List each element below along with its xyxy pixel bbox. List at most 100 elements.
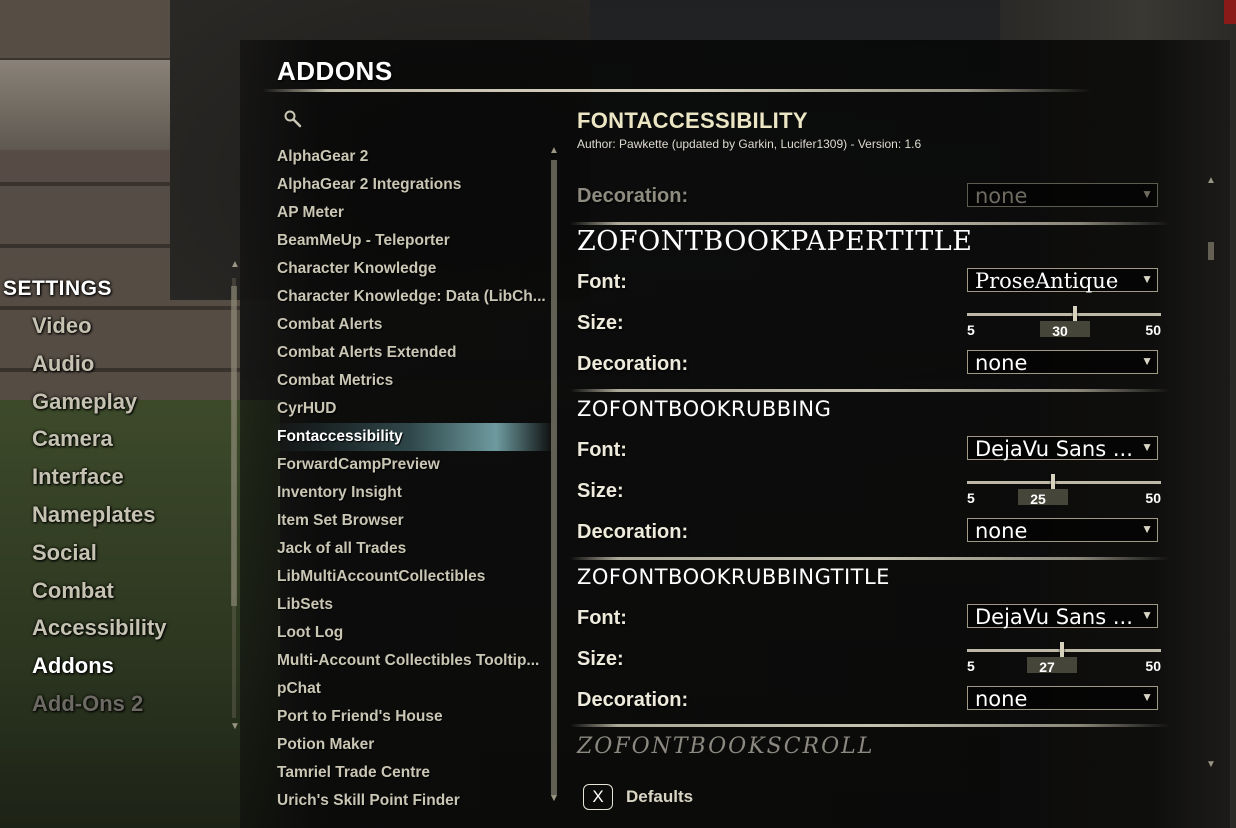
slider-max-label: 50 bbox=[1145, 658, 1161, 674]
size-slider[interactable]: 5 30 50 bbox=[967, 306, 1161, 346]
decoration-label: Decoration: bbox=[577, 521, 689, 543]
decoration-label: Decoration: bbox=[577, 185, 689, 207]
addon-list-item[interactable]: Loot Log bbox=[268, 619, 553, 647]
size-label: Size: bbox=[577, 480, 624, 502]
settings-item-video[interactable]: Video bbox=[32, 310, 167, 348]
chevron-down-icon: ▼ bbox=[1141, 354, 1153, 368]
addon-list-item[interactable]: Combat Alerts Extended bbox=[268, 339, 553, 367]
addon-list-item[interactable]: AlphaGear 2 Integrations bbox=[268, 171, 553, 199]
dropdown-value: none bbox=[975, 351, 1028, 375]
addon-list-item[interactable]: Character Knowledge: Data (LibCh... bbox=[268, 283, 553, 311]
addon-list-item[interactable]: LibMultiAccountCollectibles bbox=[268, 563, 553, 591]
addon-list-item[interactable]: LibSets bbox=[268, 591, 553, 619]
addon-list-item[interactable]: AlphaGear 2 bbox=[268, 143, 553, 171]
decoration-dropdown[interactable]: none ▼ bbox=[967, 183, 1158, 208]
addon-list-item-selected[interactable]: Fontaccessibility bbox=[268, 423, 553, 451]
addon-list-item[interactable]: Potion Maker bbox=[268, 731, 553, 759]
addon-list-item[interactable]: Port to Friend's House bbox=[268, 703, 553, 731]
addon-list-item[interactable]: Multi-Account Collectibles Tooltip... bbox=[268, 647, 553, 675]
chevron-down-icon: ▼ bbox=[1141, 608, 1153, 622]
settings-item-gameplay[interactable]: Gameplay bbox=[32, 386, 167, 424]
slider-track[interactable] bbox=[967, 649, 1161, 652]
addon-list-item[interactable]: Tamriel Trade Centre bbox=[268, 759, 553, 787]
section-divider bbox=[570, 724, 1170, 727]
decoration-dropdown[interactable]: none ▼ bbox=[967, 350, 1158, 375]
addon-list-scroll-thumb[interactable] bbox=[551, 160, 557, 796]
size-label: Size: bbox=[577, 312, 624, 334]
settings-item-addons[interactable]: Addons bbox=[32, 650, 167, 688]
slider-max-label: 50 bbox=[1145, 322, 1161, 338]
detail-scrollbar[interactable]: ▲ ▼ bbox=[1206, 176, 1218, 776]
section-divider bbox=[570, 557, 1170, 560]
settings-item-audio[interactable]: Audio bbox=[32, 348, 167, 386]
background-banner bbox=[1224, 0, 1236, 24]
addon-list-scrollbar[interactable]: ▲ ▼ bbox=[548, 146, 560, 808]
size-slider[interactable]: 5 27 50 bbox=[967, 642, 1161, 682]
addon-list-item[interactable]: Character Knowledge bbox=[268, 255, 553, 283]
decoration-dropdown[interactable]: none ▼ bbox=[967, 686, 1158, 711]
dropdown-value: DejaVu Sans ... bbox=[975, 437, 1133, 461]
slider-value-box[interactable]: 30 bbox=[1040, 321, 1090, 337]
settings-scrollbar[interactable]: ▲ ▼ bbox=[229, 258, 240, 733]
scroll-up-arrow-icon[interactable]: ▲ bbox=[549, 146, 559, 156]
chevron-down-icon: ▼ bbox=[1141, 522, 1153, 536]
slider-value-box[interactable]: 25 bbox=[1018, 489, 1068, 505]
settings-item-addons-2[interactable]: Add-Ons 2 bbox=[32, 688, 167, 726]
slider-track[interactable] bbox=[967, 481, 1161, 484]
addon-list-item[interactable]: ForwardCampPreview bbox=[268, 451, 553, 479]
font-dropdown[interactable]: DejaVu Sans ... ▼ bbox=[967, 604, 1158, 629]
settings-item-social[interactable]: Social bbox=[32, 537, 167, 575]
addons-title: ADDONS bbox=[277, 56, 393, 86]
settings-menu: Video Audio Gameplay Camera Interface Na… bbox=[32, 310, 167, 726]
addon-list-item[interactable]: pChat bbox=[268, 675, 553, 703]
section-heading: ZOFONTBOOKRUBBINGTITLE bbox=[577, 565, 890, 589]
addon-list: AlphaGear 2 AlphaGear 2 Integrations AP … bbox=[268, 143, 553, 809]
search-icon[interactable] bbox=[283, 109, 303, 129]
addon-list-item[interactable]: Combat Metrics bbox=[268, 367, 553, 395]
font-dropdown[interactable]: DejaVu Sans ... ▼ bbox=[967, 436, 1158, 461]
addon-list-item[interactable]: Combat Alerts bbox=[268, 311, 553, 339]
settings-item-interface[interactable]: Interface bbox=[32, 461, 167, 499]
settings-item-nameplates[interactable]: Nameplates bbox=[32, 499, 167, 537]
addon-list-item[interactable]: BeamMeUp - Teleporter bbox=[268, 227, 553, 255]
section-divider bbox=[570, 389, 1170, 392]
addon-list-item[interactable]: AP Meter bbox=[268, 199, 553, 227]
detail-scroll-thumb[interactable] bbox=[1208, 242, 1214, 260]
chevron-down-icon: ▼ bbox=[1141, 440, 1153, 454]
size-slider[interactable]: 5 25 50 bbox=[967, 474, 1161, 514]
scroll-up-arrow-icon[interactable]: ▲ bbox=[1206, 176, 1216, 186]
scroll-down-arrow-icon[interactable]: ▼ bbox=[1206, 760, 1216, 770]
addon-list-item[interactable]: Item Set Browser bbox=[268, 507, 553, 535]
settings-item-accessibility[interactable]: Accessibility bbox=[32, 612, 167, 650]
font-dropdown[interactable]: ProseAntique ▼ bbox=[967, 268, 1158, 293]
dropdown-value: DejaVu Sans ... bbox=[975, 605, 1133, 629]
decoration-label: Decoration: bbox=[577, 353, 689, 375]
settings-item-camera[interactable]: Camera bbox=[32, 423, 167, 461]
chevron-down-icon: ▼ bbox=[1141, 272, 1153, 286]
scroll-down-arrow-icon[interactable]: ▼ bbox=[230, 722, 240, 732]
addon-list-item[interactable]: CyrHUD bbox=[268, 395, 553, 423]
addon-detail-author: Author: Pawkette (updated by Garkin, Luc… bbox=[577, 137, 922, 151]
decoration-label: Decoration: bbox=[577, 689, 689, 711]
dropdown-value: none bbox=[975, 184, 1028, 208]
chevron-down-icon: ▼ bbox=[1141, 690, 1153, 704]
addon-list-item[interactable]: Urich's Skill Point Finder bbox=[268, 787, 553, 809]
keybind-x-icon[interactable]: X bbox=[583, 784, 613, 810]
dropdown-value: none bbox=[975, 687, 1028, 711]
settings-scroll-thumb[interactable] bbox=[231, 286, 237, 606]
scroll-up-arrow-icon[interactable]: ▲ bbox=[230, 260, 240, 270]
defaults-label[interactable]: Defaults bbox=[626, 787, 693, 807]
slider-track[interactable] bbox=[967, 313, 1161, 316]
scroll-down-arrow-icon[interactable]: ▼ bbox=[549, 794, 559, 804]
section-heading: ZOFONTBOOKRUBBING bbox=[577, 397, 832, 421]
size-label: Size: bbox=[577, 648, 624, 670]
slider-min-label: 5 bbox=[967, 658, 975, 674]
slider-value-box[interactable]: 27 bbox=[1027, 657, 1077, 673]
addon-list-item[interactable]: Jack of all Trades bbox=[268, 535, 553, 563]
settings-title: SETTINGS bbox=[3, 277, 113, 300]
addon-list-item[interactable]: Inventory Insight bbox=[268, 479, 553, 507]
settings-item-combat[interactable]: Combat bbox=[32, 575, 167, 613]
slider-min-label: 5 bbox=[967, 490, 975, 506]
chevron-down-icon: ▼ bbox=[1141, 187, 1153, 201]
decoration-dropdown[interactable]: none ▼ bbox=[967, 518, 1158, 543]
